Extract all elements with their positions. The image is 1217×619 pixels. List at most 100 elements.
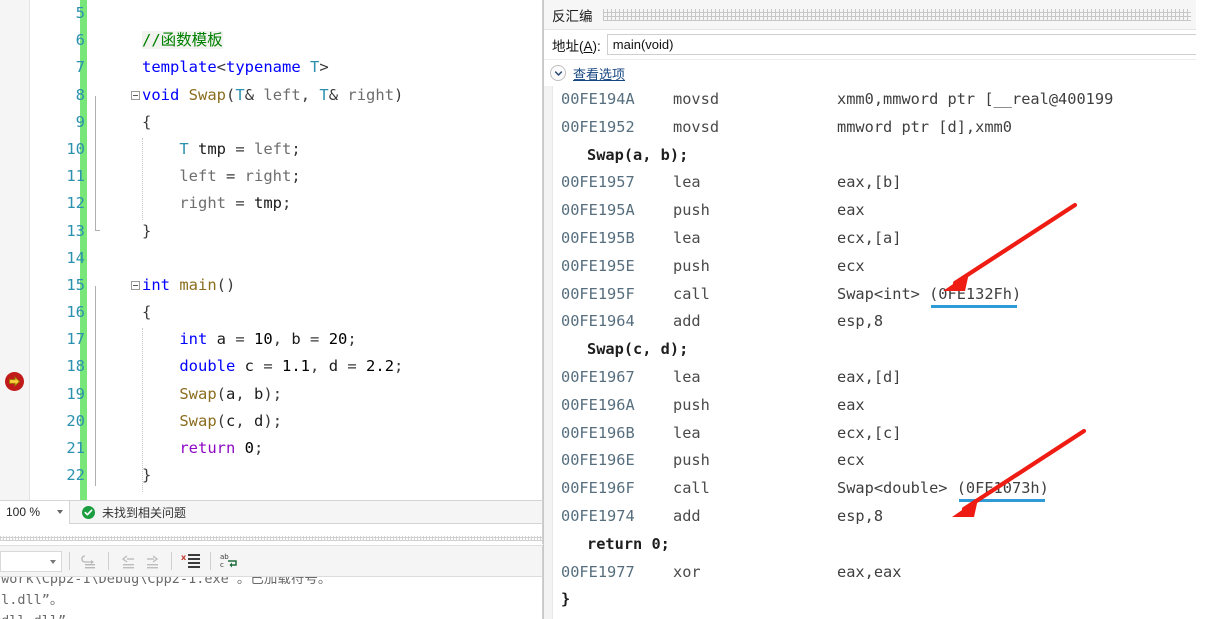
instruction-mnemonic: call bbox=[673, 284, 710, 303]
zoom-level-selector[interactable]: 100 % bbox=[0, 500, 70, 524]
line-number: 14 bbox=[66, 248, 85, 267]
code-text: T tmp = left; bbox=[179, 139, 301, 158]
disassembly-source-row[interactable]: Swap(c, d); bbox=[553, 336, 1197, 364]
instruction-mnemonic: push bbox=[673, 201, 710, 220]
output-text[interactable]: dwork\Cpp2-1\Debug\Cpp2-1.exe”。已加载符号。 ll.… bbox=[0, 577, 543, 619]
previous-message-icon[interactable] bbox=[116, 549, 140, 573]
code-text: double c = 1.1, d = 2.2; bbox=[179, 357, 404, 376]
disassembly-instruction-row[interactable]: 00FE1974 add esp,8 bbox=[553, 503, 1197, 531]
instruction-operands: ecx bbox=[837, 451, 865, 470]
disassembly-instruction-row[interactable]: 00FE196B lea ecx,[c] bbox=[553, 420, 1197, 448]
code-line[interactable]: 18 double c = 1.1, d = 2.2; bbox=[37, 353, 543, 380]
disassembly-instruction-row[interactable]: 00FE1952 movsd mmword ptr [d],xmm0 bbox=[553, 114, 1197, 142]
splitter-handle[interactable] bbox=[0, 536, 543, 541]
output-toolbar: x ab c bbox=[0, 545, 543, 577]
disassembly-source-row[interactable]: } bbox=[553, 586, 1197, 614]
line-number: 15 bbox=[66, 275, 85, 294]
code-line[interactable]: 5 bbox=[37, 0, 543, 27]
outline-collapse-icon[interactable] bbox=[128, 82, 142, 109]
instruction-operands: eax,[b] bbox=[837, 173, 902, 192]
disassembly-instruction-row[interactable]: 00FE1977 xor eax,eax bbox=[553, 559, 1197, 587]
line-number: 13 bbox=[66, 221, 85, 240]
red-arrow-annotation-2 bbox=[952, 428, 1087, 517]
code-line[interactable]: 13} bbox=[37, 218, 543, 245]
disassembly-gutter bbox=[544, 86, 553, 619]
disassembly-source-row[interactable]: Swap(a, b); bbox=[553, 142, 1197, 170]
instruction-address: 00FE195A bbox=[561, 201, 635, 220]
code-line[interactable]: 21 return 0; bbox=[37, 435, 543, 462]
code-line[interactable]: 20 Swap(c, d); bbox=[37, 408, 543, 435]
output-source-combo[interactable] bbox=[0, 550, 62, 572]
code-line[interactable]: 8 void Swap(T& left, T& right) bbox=[37, 82, 543, 109]
clear-output-icon[interactable]: x bbox=[179, 549, 203, 573]
breakpoint-margin[interactable] bbox=[0, 0, 30, 500]
instruction-address: 00FE1952 bbox=[561, 117, 635, 136]
code-line[interactable]: 14 bbox=[37, 245, 543, 272]
code-line[interactable]: 11 left = right; bbox=[37, 163, 543, 190]
disassembly-body[interactable]: 00FE194A movsd xmm0,mmword ptr [__real@400… bbox=[544, 86, 1197, 619]
instruction-mnemonic: call bbox=[673, 479, 710, 498]
instruction-operands: eax bbox=[837, 395, 865, 414]
instruction-mnemonic: xor bbox=[673, 562, 701, 581]
address-input[interactable]: main(void) bbox=[606, 34, 1197, 55]
disassembly-instruction-row[interactable]: 00FE1967 lea eax,[d] bbox=[553, 364, 1197, 392]
code-line[interactable]: 15 int main() bbox=[37, 272, 543, 299]
disassembly-instruction-row[interactable]: 00FE195F call Swap<int> (0FE132Fh) bbox=[553, 281, 1197, 309]
chevron-down-icon[interactable] bbox=[550, 65, 566, 81]
instruction-mnemonic: push bbox=[673, 256, 710, 275]
check-circle-icon bbox=[82, 505, 95, 519]
code-line[interactable]: 16 { bbox=[37, 299, 543, 326]
code-line[interactable]: 9{ bbox=[37, 109, 543, 136]
toolbar-separator bbox=[171, 552, 172, 570]
code-line[interactable]: 19 Swap(a, b); bbox=[37, 381, 543, 408]
source-line-text: Swap(c, d); bbox=[587, 340, 689, 359]
line-number: 18 bbox=[66, 357, 85, 376]
goto-message-icon[interactable] bbox=[77, 549, 101, 573]
indicator-margin bbox=[30, 0, 37, 500]
editor-status-bar: 100 % 未找到相关问题 bbox=[0, 500, 543, 524]
disassembly-instruction-row[interactable]: 00FE194A movsd xmm0,mmword ptr [__real@400… bbox=[553, 86, 1197, 114]
word-wrap-icon[interactable]: ab c bbox=[218, 549, 242, 573]
disassembly-instruction-row[interactable]: 00FE195B lea ecx,[a] bbox=[553, 225, 1197, 253]
disassembly-instruction-row[interactable]: 00FE1964 add esp,8 bbox=[553, 308, 1197, 336]
instruction-mnemonic: lea bbox=[673, 423, 701, 442]
disassembly-instruction-row[interactable]: 00FE196A push eax bbox=[553, 392, 1197, 420]
code-line[interactable]: 7 template<typename T> bbox=[37, 54, 543, 81]
current-statement-arrow-icon bbox=[5, 372, 24, 391]
code-line[interactable]: 12 right = tmp; bbox=[37, 190, 543, 217]
view-options-row[interactable]: 查看选项 bbox=[544, 60, 1197, 86]
line-number: 22 bbox=[66, 466, 85, 485]
code-line[interactable]: 17 int a = 10, b = 20; bbox=[37, 326, 543, 353]
disassembly-instruction-row[interactable]: 00FE196E push ecx bbox=[553, 447, 1197, 475]
problems-status[interactable]: 未找到相关问题 bbox=[82, 504, 186, 521]
code-line[interactable]: 22} bbox=[37, 462, 543, 489]
outline-collapse-icon[interactable] bbox=[128, 272, 142, 299]
right-white-filler bbox=[1196, 0, 1217, 619]
instruction-mnemonic: lea bbox=[673, 228, 701, 247]
instruction-mnemonic: movsd bbox=[673, 117, 720, 136]
code-text: int main() bbox=[142, 275, 236, 294]
code-text: } bbox=[142, 466, 152, 485]
code-text: { bbox=[142, 303, 152, 322]
code-line[interactable]: 6 //函数模板 bbox=[37, 27, 543, 54]
next-message-icon[interactable] bbox=[140, 549, 164, 573]
source-line-text: return 0; bbox=[587, 534, 670, 553]
disassembly-instruction-row[interactable]: 00FE195E push ecx bbox=[553, 253, 1197, 281]
instruction-operands: mmword ptr [d],xmm0 bbox=[837, 117, 1012, 136]
instruction-address: 00FE1977 bbox=[561, 562, 635, 581]
code-text: //函数模板 bbox=[142, 31, 223, 50]
instruction-address: 00FE196A bbox=[561, 395, 635, 414]
instruction-address: 00FE194A bbox=[561, 90, 635, 108]
view-options-label[interactable]: 查看选项 bbox=[573, 64, 625, 83]
disassembly-source-row[interactable]: return 0; bbox=[553, 531, 1197, 559]
code-editor-surface[interactable]: 5 6 //函数模板 7 template<typename T> 8 void Swap(… bbox=[0, 0, 543, 500]
disassembly-titlebar[interactable]: 反汇编 bbox=[544, 0, 1197, 30]
code-line[interactable]: 10 T tmp = left; bbox=[37, 136, 543, 163]
instruction-address: 00FE1967 bbox=[561, 367, 635, 386]
disassembly-instruction-row[interactable]: 00FE1957 lea eax,[b] bbox=[553, 169, 1197, 197]
disassembly-instruction-row[interactable]: 00FE195A push eax bbox=[553, 197, 1197, 225]
window-drag-grip[interactable] bbox=[602, 8, 1191, 21]
instruction-mnemonic: add bbox=[673, 506, 701, 525]
line-number: 19 bbox=[66, 384, 85, 403]
disassembly-instruction-row[interactable]: 00FE196F call Swap<double> (0FE1073h) bbox=[553, 475, 1197, 503]
